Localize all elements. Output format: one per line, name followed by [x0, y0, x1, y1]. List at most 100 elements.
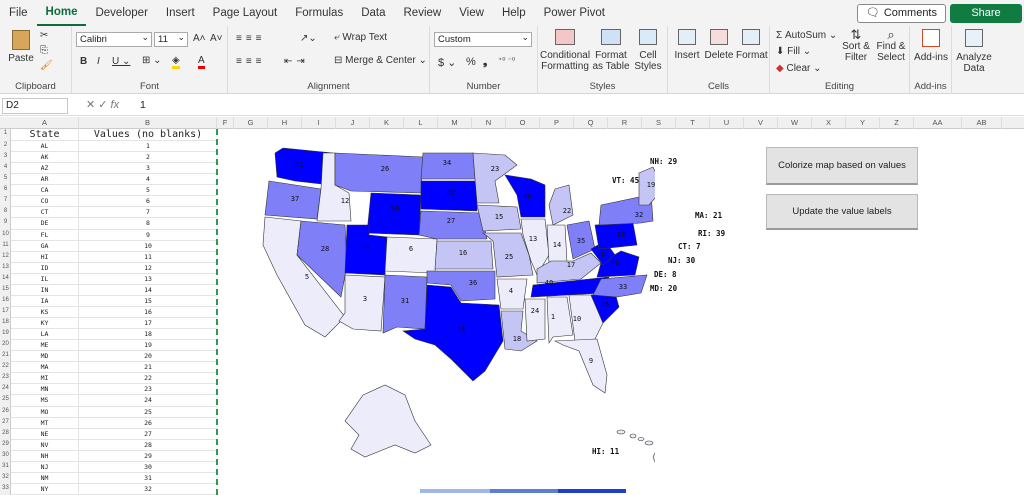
menu-home[interactable]: Home	[36, 0, 87, 26]
state-HI[interactable]	[616, 429, 655, 467]
column-header-H[interactable]: H	[268, 117, 302, 129]
row-header[interactable]: 27	[0, 418, 11, 426]
value-cell[interactable]: 9	[79, 230, 217, 241]
column-header-G[interactable]: G	[234, 117, 268, 129]
row-header[interactable]: 19	[0, 329, 11, 337]
font-color-icon[interactable]: A	[198, 55, 205, 69]
column-header-L[interactable]: L	[404, 117, 438, 129]
row-header[interactable]: 6	[0, 185, 11, 193]
comma-icon[interactable]: ❟	[483, 56, 487, 69]
column-header-J[interactable]: J	[336, 117, 370, 129]
value-cell[interactable]: 15	[79, 296, 217, 307]
table-row[interactable]: GA 10	[11, 240, 217, 252]
value-cell[interactable]: 32	[79, 484, 217, 495]
table-row[interactable]: MS 24	[11, 395, 217, 407]
row-header[interactable]: 31	[0, 462, 11, 470]
state-FL[interactable]	[553, 338, 608, 394]
table-row[interactable]: NM 31	[11, 472, 217, 484]
table-row[interactable]: AR 4	[11, 174, 217, 186]
value-cell[interactable]: 26	[79, 418, 217, 429]
state-cell[interactable]: KY	[11, 318, 79, 330]
row-header[interactable]: 17	[0, 307, 11, 315]
row-header[interactable]: 11	[0, 241, 11, 249]
colorize-map-button[interactable]: Colorize map based on values	[766, 147, 918, 185]
column-header-W[interactable]: W	[778, 117, 812, 129]
column-header-AA[interactable]: AA	[914, 117, 962, 129]
state-cell[interactable]: AZ	[11, 163, 79, 175]
formula-icons[interactable]: ✕ ✓ fx	[86, 98, 119, 111]
menu-data[interactable]: Data	[352, 0, 394, 26]
state-cell[interactable]: NH	[11, 450, 79, 462]
fill-color-icon[interactable]: ◈	[172, 55, 180, 69]
state-CO[interactable]	[384, 236, 438, 274]
table-row[interactable]: NJ 30	[11, 461, 217, 473]
state-cell[interactable]: MT	[11, 417, 79, 429]
value-cell[interactable]: 16	[79, 307, 217, 318]
row-header[interactable]: 29	[0, 440, 11, 448]
column-header-M[interactable]: M	[438, 117, 472, 129]
state-cell[interactable]: IL	[11, 273, 79, 285]
value-cell[interactable]: 19	[79, 340, 217, 351]
value-cell[interactable]: 12	[79, 263, 217, 274]
table-row[interactable]: KY 17	[11, 318, 217, 330]
state-MI[interactable]	[548, 184, 574, 226]
column-header-X[interactable]: X	[812, 117, 846, 129]
menu-review[interactable]: Review	[395, 0, 451, 26]
state-cell[interactable]: MS	[11, 395, 79, 407]
state-cell[interactable]: CO	[11, 196, 79, 208]
insert-cells-button[interactable]: Insert	[672, 29, 702, 61]
state-cell[interactable]: MN	[11, 384, 79, 396]
update-labels-button[interactable]: Update the value labels	[766, 194, 918, 230]
row-header[interactable]: 9	[0, 218, 11, 226]
value-cell[interactable]: 31	[79, 473, 217, 484]
table-row[interactable]: MI 22	[11, 373, 217, 385]
horizontal-align-icons[interactable]: ≡≡≡	[236, 56, 266, 67]
decrease-font-icon[interactable]: A˅	[210, 33, 223, 44]
table-row[interactable]: NH 29	[11, 450, 217, 462]
state-cell[interactable]: FL	[11, 229, 79, 241]
value-cell[interactable]: 5	[79, 185, 217, 196]
state-NE[interactable]	[418, 210, 488, 240]
state-cell[interactable]: NV	[11, 439, 79, 451]
column-header-Z[interactable]: Z	[880, 117, 914, 129]
state-cell[interactable]: IA	[11, 295, 79, 307]
underline-icon[interactable]: U ⌄	[112, 56, 130, 67]
table-row[interactable]: IA 15	[11, 295, 217, 307]
menu-help[interactable]: Help	[493, 0, 535, 26]
state-cell[interactable]: MD	[11, 351, 79, 363]
value-cell[interactable]: 17	[79, 318, 217, 329]
table-row[interactable]: AK 2	[11, 152, 217, 164]
decimal-icons[interactable]: ⁺⁰ ⁻⁰	[498, 56, 515, 65]
value-cell[interactable]: 7	[79, 207, 217, 218]
row-header[interactable]: 13	[0, 263, 11, 271]
table-row[interactable]: CO 6	[11, 196, 217, 208]
value-cell[interactable]: 13	[79, 274, 217, 285]
table-row[interactable]: ID 12	[11, 262, 217, 274]
bold-icon[interactable]: B	[80, 56, 87, 67]
font-name-select[interactable]: Calibri	[76, 31, 152, 47]
column-header-Q[interactable]: Q	[574, 117, 608, 129]
menu-insert[interactable]: Insert	[157, 0, 204, 26]
table-row[interactable]: ME 19	[11, 340, 217, 352]
indent-icons[interactable]: ⇤⇥	[284, 56, 309, 67]
table-row[interactable]: AZ 3	[11, 163, 217, 175]
state-cell[interactable]: ID	[11, 262, 79, 274]
conditional-formatting-button[interactable]: Conditional Formatting	[540, 29, 590, 72]
value-cell[interactable]: 21	[79, 362, 217, 373]
column-header-N[interactable]: N	[472, 117, 506, 129]
value-cell[interactable]: 20	[79, 351, 217, 362]
row-header[interactable]: 20	[0, 340, 11, 348]
column-header-V[interactable]: V	[744, 117, 778, 129]
state-WY[interactable]	[366, 192, 422, 236]
state-cell[interactable]: NJ	[11, 461, 79, 473]
row-header[interactable]: 1	[0, 129, 11, 137]
find-select-button[interactable]: ⌕ Find & Select	[874, 28, 908, 63]
column-header-I[interactable]: I	[302, 117, 336, 129]
row-header[interactable]: 23	[0, 373, 11, 381]
state-cell[interactable]: AK	[11, 152, 79, 164]
column-header-S[interactable]: S	[642, 117, 676, 129]
row-header[interactable]: 28	[0, 429, 11, 437]
table-row[interactable]: KS 16	[11, 306, 217, 318]
row-header[interactable]: 16	[0, 296, 11, 304]
clear-button[interactable]: ◆ Clear ⌄	[776, 63, 822, 74]
